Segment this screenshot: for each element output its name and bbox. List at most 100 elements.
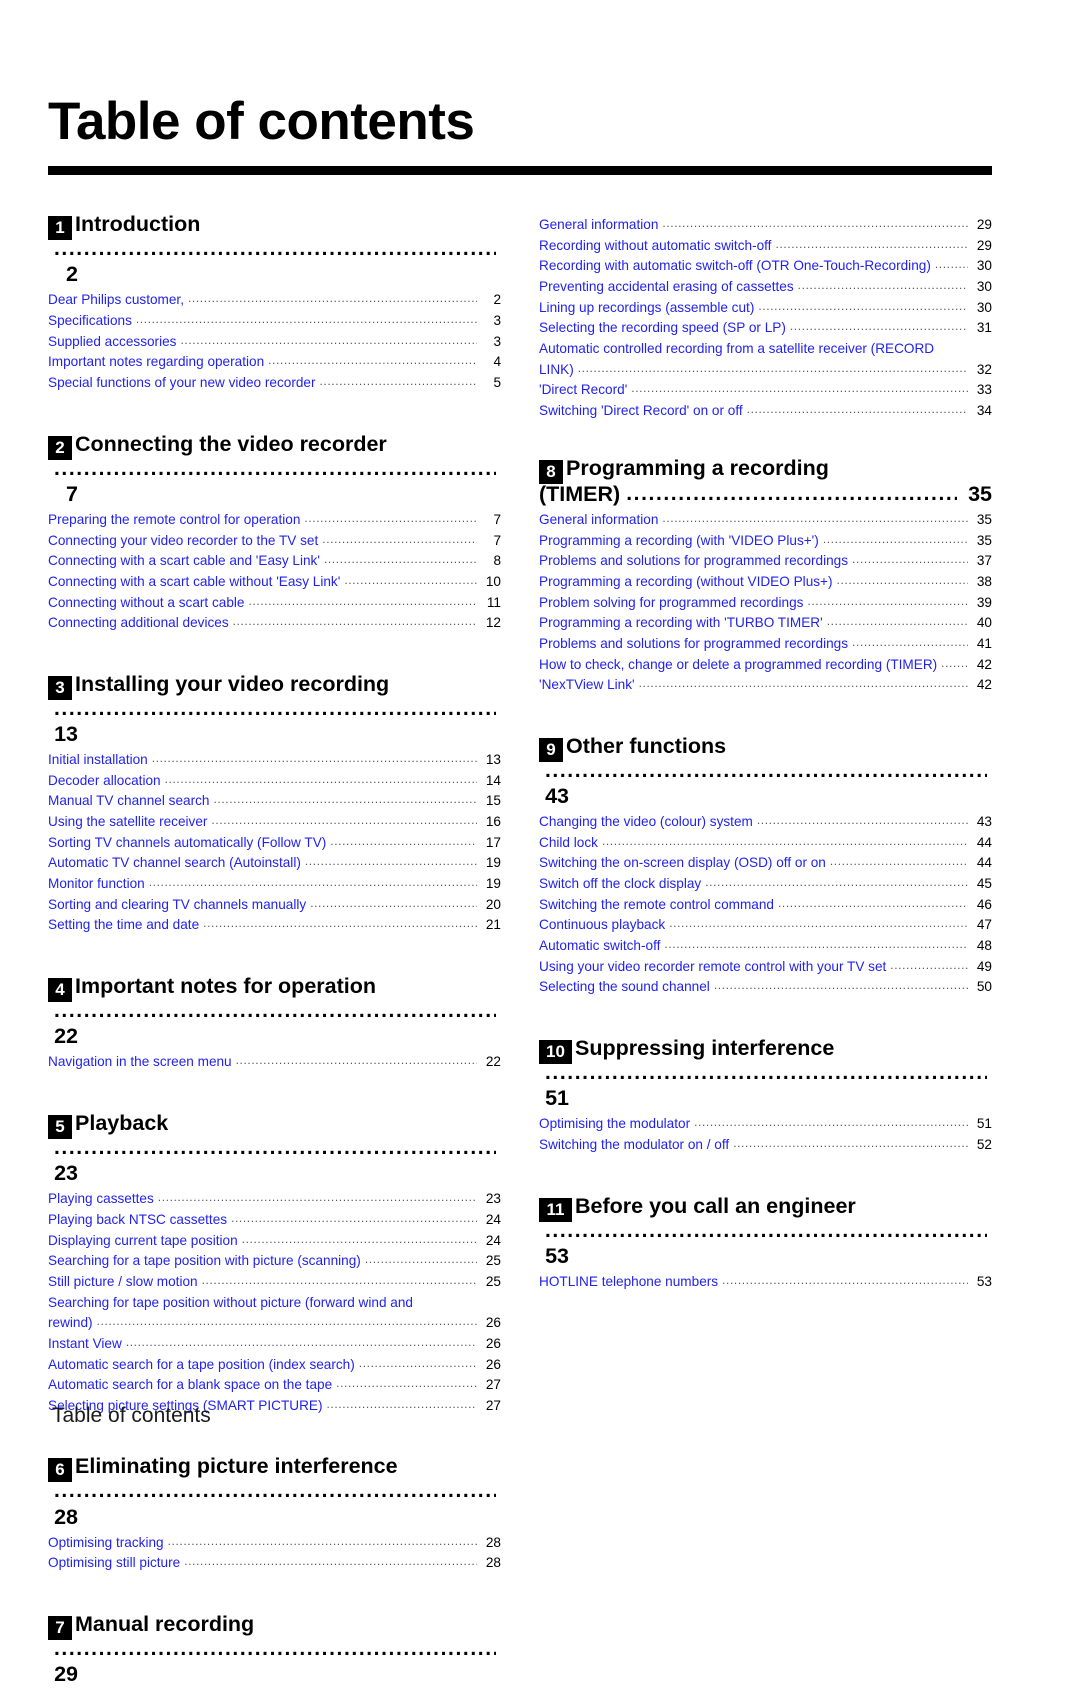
toc-entry[interactable]: Supplied accessories....................… [48,332,501,353]
toc-section-heading[interactable]: 8 Programming a recording (TIMER).........… [539,456,992,507]
toc-entry[interactable]: Using the satellite receiver............… [48,812,501,833]
dot-leader: ........................................… [344,572,477,587]
dot-leader: ........................................… [662,216,968,230]
toc-entry[interactable]: Initial installation....................… [48,750,501,771]
section-number-badge: 8 [539,459,563,484]
toc-entry-label: Connecting without a scart cable [48,594,245,610]
toc-entry[interactable]: Programming a recording (with 'VIDEO Plu… [539,531,992,552]
toc-columns: 1 Introduction...........................… [48,212,992,1691]
toc-section-heading[interactable]: 1 Introduction...........................… [48,212,501,287]
toc-entry[interactable]: Automatic controlled recording from a sa… [539,339,992,380]
toc-entry[interactable]: General information.....................… [539,510,992,531]
toc-entry[interactable]: Connecting with a scart cable without 'E… [48,572,501,593]
toc-entry[interactable]: Instant View............................… [48,1334,501,1355]
toc-entry-label-cont: rewind) [48,1315,93,1331]
toc-entry[interactable]: General information.....................… [539,215,992,236]
toc-entry[interactable]: Optimising tracking.....................… [48,1533,501,1554]
toc-entry[interactable]: Sorting TV channels automatically (Follo… [48,833,501,854]
toc-entry[interactable]: Playing cassettes.......................… [48,1189,501,1210]
toc-entry-label: Continuous playback [539,917,666,933]
toc-entry-page: 3 [493,312,501,328]
toc-entry[interactable]: Using your video recorder remote control… [539,957,992,978]
toc-entry[interactable]: Child lock..............................… [539,833,992,854]
toc-entry[interactable]: Connecting your video recorder to the TV… [48,531,501,552]
toc-entry[interactable]: Sorting and clearing TV channels manuall… [48,895,501,916]
toc-entry-label: Setting the time and date [48,917,200,933]
toc-entry[interactable]: Automatic switch-off....................… [539,936,992,957]
toc-section-title-cont: (TIMER) [539,481,621,506]
toc-entry[interactable]: Programming a recording with 'TURBO TIME… [539,613,992,634]
toc-section-page: 35 [968,481,992,506]
toc-entry[interactable]: Optimising still picture................… [48,1553,501,1574]
toc-entry[interactable]: Searching for a tape position with pictu… [48,1251,501,1272]
toc-section-heading[interactable]: 10 Suppressing interference..............… [539,1036,992,1111]
toc-section-heading[interactable]: 7 Manual recording.......................… [48,1612,501,1687]
toc-entry[interactable]: Selecting the recording speed (SP or LP)… [539,318,992,339]
toc-entry[interactable]: Recording with automatic switch-off (OTR… [539,256,992,277]
toc-entry[interactable]: Important notes regarding operation.....… [48,352,501,373]
toc-entry[interactable]: Automatic search for a tape position (in… [48,1355,501,1376]
toc-entry-label: Searching for tape position without pict… [48,1294,413,1310]
toc-entry[interactable]: Preparing the remote control for operati… [48,510,501,531]
dot-leader: ........................................… [746,401,968,416]
toc-section-heading[interactable]: 4 Important notes for operation..........… [48,974,501,1049]
toc-entry[interactable]: Decoder allocation......................… [48,771,501,792]
toc-entry[interactable]: Setting the time and date...............… [48,915,501,936]
toc-entry[interactable]: Connecting with a scart cable and 'Easy … [48,551,501,572]
toc-entry[interactable]: Problem solving for programmed recording… [539,593,992,614]
toc-entry[interactable]: Optimising the modulator................… [539,1114,992,1135]
toc-entry[interactable]: Switching the on-screen display (OSD) of… [539,853,992,874]
toc-entry[interactable]: Dear Philips customer,..................… [48,290,501,311]
toc-entry-page: 37 [976,553,992,569]
toc-entry[interactable]: Automatic TV channel search (Autoinstall… [48,853,501,874]
toc-entry[interactable]: Connecting without a scart cable........… [48,593,501,614]
dot-leader: ........................................… [601,833,968,848]
toc-entry[interactable]: Switch off the clock display............… [539,874,992,895]
toc-entry[interactable]: Problems and solutions for programmed re… [539,551,992,572]
toc-entry-label: Connecting with a scart cable and 'Easy … [48,553,320,569]
toc-section-heading[interactable]: 2 Connecting the video recorder..........… [48,432,501,507]
toc-entry[interactable]: Searching for tape position without pict… [48,1293,501,1334]
toc-entry[interactable]: Displaying current tape position........… [48,1231,501,1252]
toc-section: 5 Playback...............................… [48,1111,501,1417]
toc-entry-page: 35 [976,532,992,548]
toc-entry-page: 26 [485,1315,501,1331]
toc-entry-list: Initial installation....................… [48,750,501,936]
toc-entry-label: 'Direct Record' [539,382,628,398]
dot-leader: ........................................… [54,999,496,1023]
toc-section-heading[interactable]: 9 Other functions........................… [539,734,992,809]
toc-entry-label: Switching the on-screen display (OSD) of… [539,855,826,871]
toc-section-title: Before you call an engineer [575,1193,856,1218]
toc-entry[interactable]: Playing back NTSC cassettes.............… [48,1210,501,1231]
toc-entry[interactable]: Lining up recordings (assemble cut).....… [539,298,992,319]
toc-entry[interactable]: Special functions of your new video reco… [48,373,501,394]
toc-entry[interactable]: Automatic search for a blank space on th… [48,1375,501,1396]
toc-entry[interactable]: Preventing accidental erasing of cassett… [539,277,992,298]
toc-section-heading[interactable]: 3 Installing your video recording........… [48,672,501,747]
toc-entry[interactable]: Problems and solutions for programmed re… [539,634,992,655]
toc-entry[interactable]: Connecting additional devices...........… [48,613,501,634]
toc-entry[interactable]: HOTLINE telephone numbers...............… [539,1272,992,1293]
toc-entry[interactable]: Still picture / slow motion.............… [48,1272,501,1293]
toc-section-heading[interactable]: 5 Playback...............................… [48,1111,501,1186]
toc-entry[interactable]: Continuous playback.....................… [539,915,992,936]
toc-section-heading[interactable]: 11 Before you call an engineer...........… [539,1194,992,1269]
toc-entry[interactable]: Programming a recording (without VIDEO P… [539,572,992,593]
toc-entry[interactable]: Specifications..........................… [48,311,501,332]
toc-entry-page: 11 [486,594,501,610]
toc-entry-page: 52 [976,1136,992,1152]
toc-section-heading[interactable]: 6 Eliminating picture interference.......… [48,1454,501,1529]
toc-entry[interactable]: Switching 'Direct Record' on or off.....… [539,401,992,422]
toc-entry[interactable]: 'NexTView Link'.........................… [539,675,992,696]
toc-entry[interactable]: Changing the video (colour) system......… [539,812,992,833]
toc-entry[interactable]: Navigation in the screen menu...........… [48,1052,501,1073]
toc-entry[interactable]: Switching the modulator on / off........… [539,1135,992,1156]
toc-entry[interactable]: How to check, change or delete a program… [539,655,992,676]
toc-entry-page: 2 [493,292,501,308]
toc-entry[interactable]: Switching the remote control command....… [539,895,992,916]
toc-entry[interactable]: Recording without automatic switch-off..… [539,236,992,257]
toc-entry[interactable]: Selecting the sound channel.............… [539,977,992,998]
toc-entry[interactable]: Manual TV channel search................… [48,791,501,812]
toc-entry[interactable]: 'Direct Record'.........................… [539,380,992,401]
toc-entry[interactable]: Monitor function........................… [48,874,501,895]
